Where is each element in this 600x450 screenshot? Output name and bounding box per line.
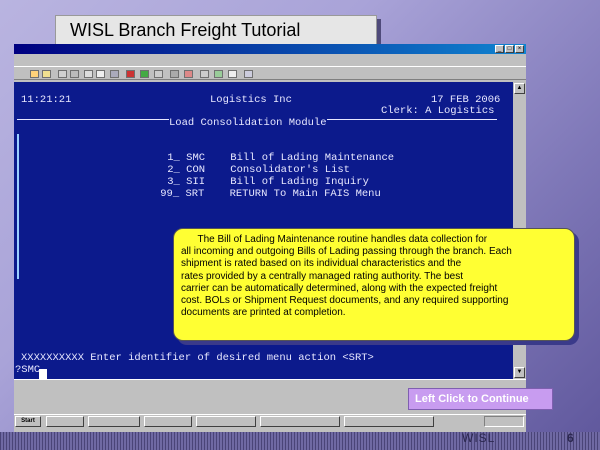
settings-icon[interactable] <box>154 70 163 78</box>
company-name: Logistics Inc <box>210 94 292 106</box>
command-prompt: XXXXXXXXXX Enter identifier of desired m… <box>21 352 374 364</box>
taskbar-item[interactable] <box>196 416 256 427</box>
callout-line: rates provided by a centrally managed ra… <box>181 270 464 282</box>
continue-button[interactable]: Left Click to Continue <box>408 388 553 410</box>
taskbar-item[interactable] <box>46 416 84 427</box>
toolbar <box>14 66 526 80</box>
taskbar: Start <box>14 414 526 428</box>
left-margin-bar <box>17 134 19 279</box>
callout-line: The Bill of Lading Maintenance routine h… <box>181 234 488 245</box>
maximize-button[interactable]: □ <box>505 45 514 53</box>
command-input[interactable]: ?SMC <box>15 364 40 376</box>
module-header: Load Consolidation Module <box>17 117 497 129</box>
new-icon[interactable] <box>30 70 39 78</box>
taskbar-item[interactable] <box>88 416 140 427</box>
callout-line: documents are printed at completion. <box>181 307 346 319</box>
page-number: 6 <box>567 431 574 445</box>
clerk-label: Clerk: A Logistics <box>381 105 495 117</box>
system-tray <box>484 416 524 427</box>
save-icon[interactable] <box>58 70 67 78</box>
footer-brand: WISL <box>462 431 496 445</box>
footer-band <box>0 432 600 450</box>
run-icon[interactable] <box>140 70 149 78</box>
help-icon[interactable] <box>244 70 253 78</box>
close-button[interactable]: × <box>515 45 524 53</box>
scroll-down-icon[interactable]: ▼ <box>514 367 525 378</box>
menu-bar <box>14 54 526 65</box>
record-icon[interactable] <box>184 70 193 78</box>
paste-icon[interactable] <box>110 70 119 78</box>
session-status-bar <box>14 392 408 404</box>
explanation-callout: The Bill of Lading Maintenance routine h… <box>173 228 575 341</box>
slide-title: WISL Branch Freight Tutorial <box>55 15 377 45</box>
start-button[interactable]: Start <box>15 416 41 427</box>
callout-line: carrier can be automatically determined,… <box>181 282 498 294</box>
cut-icon[interactable] <box>84 70 93 78</box>
minimize-button[interactable]: _ <box>495 45 504 53</box>
text-cursor <box>39 369 47 379</box>
stop-icon[interactable] <box>126 70 135 78</box>
doc-icon[interactable] <box>228 70 237 78</box>
menu-item-srt[interactable]: 99_ SRT RETURN To Main FAIS Menu <box>135 176 381 212</box>
open-icon[interactable] <box>42 70 51 78</box>
taskbar-item[interactable] <box>144 416 192 427</box>
copy-icon[interactable] <box>96 70 105 78</box>
callout-line: cost. BOLs or Shipment Request documents… <box>181 295 509 307</box>
callout-line: shipment is rated based on its individua… <box>181 258 462 270</box>
scroll-up-icon[interactable]: ▲ <box>514 83 525 94</box>
print-icon[interactable] <box>70 70 79 78</box>
taskbar-item[interactable] <box>260 416 340 427</box>
callout-line: all incoming and outgoing Bills of Ladin… <box>181 246 512 258</box>
grid-icon[interactable] <box>200 70 209 78</box>
transfer-icon[interactable] <box>214 70 223 78</box>
keyboard-icon[interactable] <box>170 70 179 78</box>
window-controls: _ □ × <box>495 45 524 53</box>
window-titlebar: _ □ × <box>14 44 526 54</box>
clock-readout: 11:21:21 <box>21 94 72 106</box>
taskbar-item[interactable] <box>344 416 434 427</box>
